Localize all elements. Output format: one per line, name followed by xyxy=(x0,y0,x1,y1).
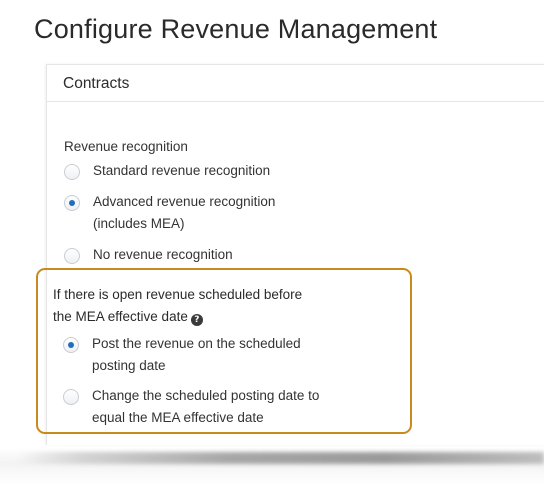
radio-option-advanced[interactable]: Advanced revenue recognition (includes M… xyxy=(64,194,275,235)
radio-option-standard[interactable]: Standard revenue recognition xyxy=(64,163,270,182)
radio-label-change-date[interactable]: Change the scheduled posting date to equ… xyxy=(92,385,319,429)
radio-button-standard[interactable] xyxy=(64,164,80,180)
radio-button-change-date[interactable] xyxy=(63,389,79,405)
radio-button-none[interactable] xyxy=(64,248,80,264)
screenshot-frame: Configure Revenue Management Contracts R… xyxy=(0,0,544,485)
radio-button-post-scheduled[interactable] xyxy=(63,337,79,353)
radio-option-none[interactable]: No revenue recognition xyxy=(64,247,233,266)
radio-label-post-scheduled[interactable]: Post the revenue on the scheduled postin… xyxy=(92,333,301,377)
open-revenue-question: If there is open revenue scheduled befor… xyxy=(53,287,303,326)
page-title: Configure Revenue Management xyxy=(34,14,438,44)
panel-divider xyxy=(47,101,544,102)
radio-button-advanced[interactable] xyxy=(64,195,80,211)
question-circle-icon[interactable]: ? xyxy=(190,314,203,326)
revenue-recognition-label: Revenue recognition xyxy=(64,139,188,154)
radio-option-change-date[interactable]: Change the scheduled posting date to equ… xyxy=(63,388,319,429)
radio-label-standard[interactable]: Standard revenue recognition xyxy=(93,160,270,182)
radio-label-none[interactable]: No revenue recognition xyxy=(93,244,233,266)
panel-header: Contracts xyxy=(63,75,130,92)
radio-label-advanced[interactable]: Advanced revenue recognition (includes M… xyxy=(93,191,275,235)
radio-option-post-scheduled[interactable]: Post the revenue on the scheduled postin… xyxy=(63,336,301,377)
bottom-shadow-bar xyxy=(16,452,544,464)
